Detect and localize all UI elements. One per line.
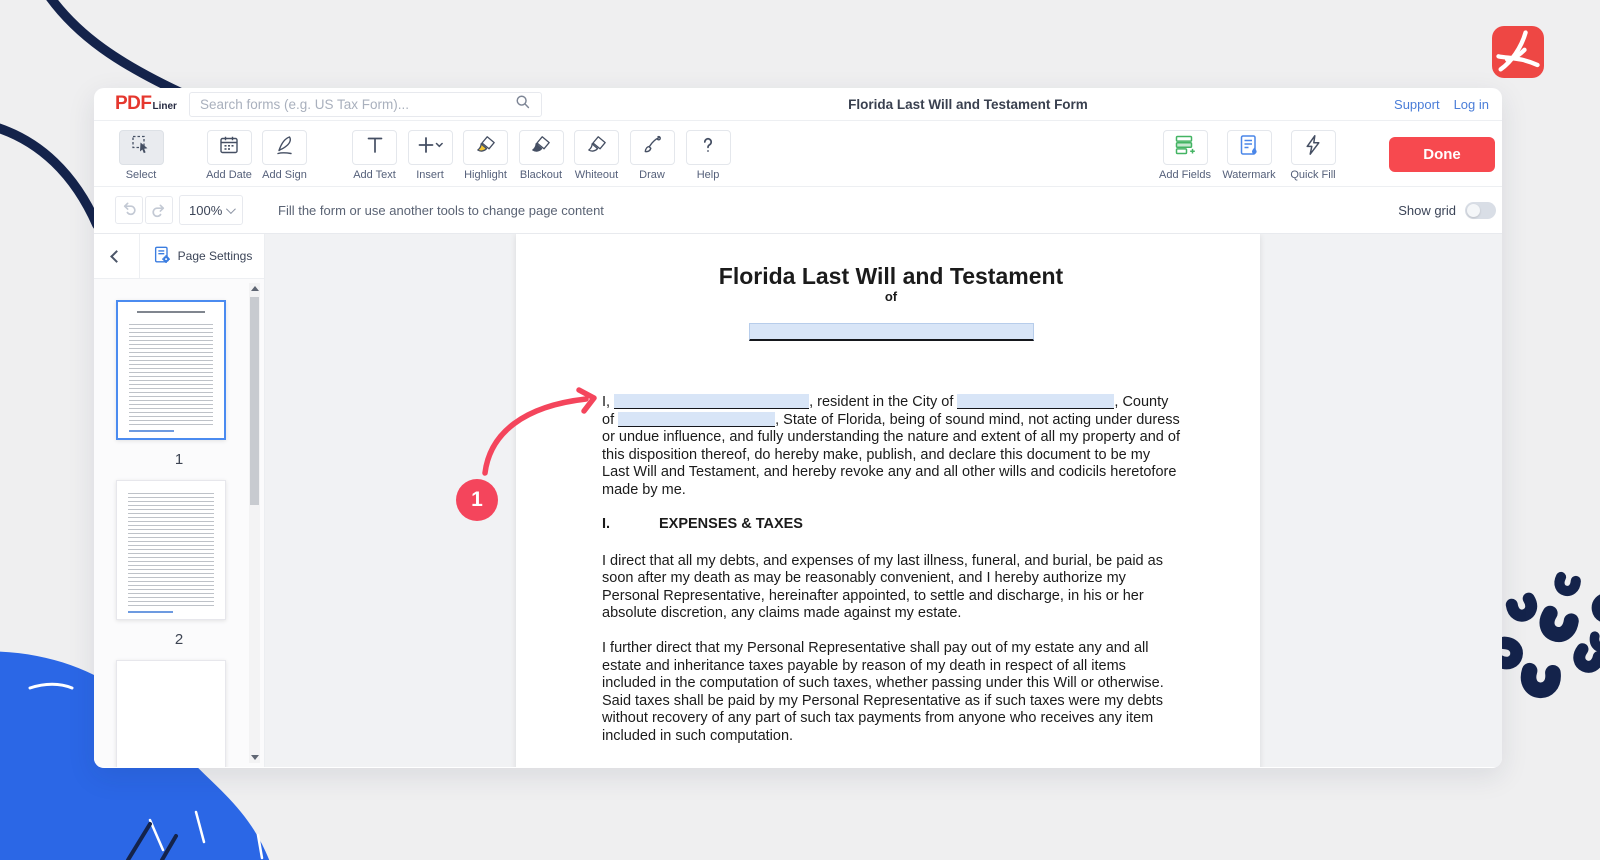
- header: PDF Liner Florida Last Will and Testamen…: [94, 88, 1502, 121]
- page-thumbnail-3[interactable]: [116, 660, 226, 767]
- add-fields-icon: [1173, 133, 1197, 162]
- blackout-brush-icon: [530, 134, 552, 161]
- section-paragraph-2: I further direct that my Personal Repres…: [602, 640, 1180, 746]
- page-settings-tab[interactable]: Page Settings: [140, 234, 264, 278]
- app-window: PDF Liner Florida Last Will and Testamen…: [94, 88, 1502, 768]
- show-grid-label: Show grid: [1398, 203, 1456, 218]
- undo-button[interactable]: [115, 196, 143, 224]
- support-link[interactable]: Support: [1394, 97, 1440, 112]
- search-input[interactable]: [200, 97, 514, 112]
- draw-button[interactable]: Draw: [625, 130, 679, 181]
- search-icon[interactable]: [514, 93, 531, 115]
- lightning-icon: [1301, 133, 1325, 162]
- intro-paragraph: I, , resident in the City of , County of…: [602, 394, 1180, 500]
- will-subtitle: of: [602, 289, 1180, 304]
- draw-brush-icon: [641, 134, 663, 161]
- section-heading: I.EXPENSES & TAXES: [602, 517, 1180, 532]
- select-tool-button[interactable]: Select: [114, 130, 168, 181]
- show-grid-toggle[interactable]: [1465, 202, 1496, 219]
- logo-liner-text: Liner: [153, 101, 177, 112]
- select-icon: [130, 134, 152, 161]
- toolbar-hint: Fill the form or use another tools to ch…: [278, 203, 604, 218]
- toggle-knob: [1467, 204, 1480, 217]
- chevron-down-icon: [226, 204, 236, 214]
- page-number-2: 2: [94, 620, 264, 660]
- scroll-up-arrow[interactable]: [249, 283, 260, 294]
- undo-icon: [120, 199, 138, 222]
- add-text-button[interactable]: Add Text: [348, 130, 402, 181]
- chevron-left-icon: [110, 250, 123, 263]
- step-1-badge: 1: [456, 479, 498, 521]
- decor-squiggle-left: [0, 126, 97, 225]
- highlight-button[interactable]: Highlight: [459, 130, 513, 181]
- whiteout-brush-icon: [586, 134, 608, 161]
- redo-button[interactable]: [145, 196, 173, 224]
- pages-sidebar: Page Settings 1 2: [94, 234, 265, 767]
- will-title: Florida Last Will and Testament: [602, 263, 1180, 289]
- pdfliner-app-icon: [1492, 26, 1544, 78]
- section-paragraph-1: I direct that all my debts, and expenses…: [602, 553, 1180, 623]
- decor-squiggle-top: [45, 0, 190, 97]
- name-blank-field[interactable]: [614, 394, 809, 409]
- scrollbar-thumb[interactable]: [250, 297, 259, 505]
- document-title-header: Florida Last Will and Testament Form: [542, 97, 1394, 112]
- toolbar: Select Add Date Add Sign Add Text Insert: [94, 121, 1502, 187]
- redo-icon: [150, 201, 168, 219]
- city-blank-field[interactable]: [957, 394, 1114, 409]
- login-link[interactable]: Log in: [1454, 97, 1489, 112]
- decor-spots: [1499, 577, 1600, 691]
- text-icon: [364, 134, 386, 161]
- pdfliner-logo[interactable]: PDF Liner: [94, 93, 177, 115]
- page-thumbnail-2[interactable]: [116, 480, 226, 620]
- watermark-icon: [1237, 133, 1261, 162]
- document-page: Florida Last Will and Testament of I, , …: [516, 234, 1260, 767]
- search-box[interactable]: [189, 92, 542, 117]
- page-number-1: 1: [94, 440, 264, 480]
- thumbnails-scrollbar[interactable]: [249, 283, 260, 763]
- zoom-value: 100%: [189, 203, 222, 218]
- done-button[interactable]: Done: [1389, 137, 1495, 172]
- help-button[interactable]: Help: [681, 130, 735, 181]
- testator-name-field[interactable]: [749, 323, 1034, 341]
- insert-button[interactable]: Insert: [403, 130, 457, 181]
- watermark-button[interactable]: Watermark: [1219, 130, 1279, 181]
- page-thumbnail-1[interactable]: [116, 300, 226, 440]
- quick-fill-button[interactable]: Quick Fill: [1283, 130, 1343, 181]
- question-mark-icon: [697, 134, 719, 161]
- plus-icon: [417, 134, 443, 161]
- calendar-icon: [218, 134, 240, 161]
- logo-pdf-text: PDF: [115, 93, 152, 115]
- page-thumbnails: 1 2: [94, 279, 264, 767]
- add-sign-button[interactable]: Add Sign: [258, 130, 312, 181]
- blackout-button[interactable]: Blackout: [514, 130, 568, 181]
- scroll-down-arrow[interactable]: [249, 752, 260, 763]
- signature-pen-icon: [274, 134, 296, 161]
- whiteout-button[interactable]: Whiteout: [570, 130, 624, 181]
- add-fields-button[interactable]: Add Fields: [1155, 130, 1215, 181]
- document-canvas: Florida Last Will and Testament of I, , …: [265, 234, 1502, 767]
- zoom-dropdown[interactable]: 100%: [179, 195, 243, 225]
- highlight-brush-icon: [475, 134, 497, 161]
- collapse-sidebar-button[interactable]: [94, 234, 140, 278]
- page-settings-icon: [152, 245, 172, 268]
- sub-toolbar: 100% Fill the form or use another tools …: [94, 187, 1502, 234]
- county-blank-field[interactable]: [618, 412, 775, 427]
- add-date-button[interactable]: Add Date: [202, 130, 256, 181]
